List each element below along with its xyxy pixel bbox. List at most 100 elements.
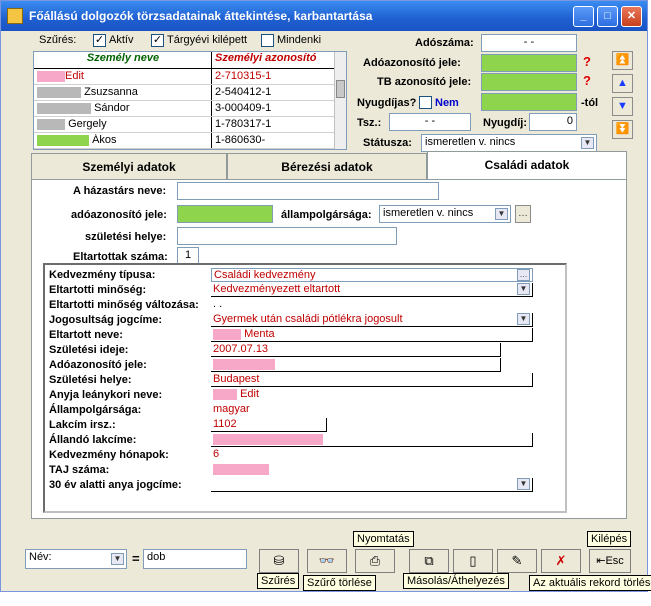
tsz-field[interactable]: - - (389, 113, 471, 131)
mindenki-checkbox[interactable] (261, 34, 274, 47)
nyugdijas-checkbox[interactable] (419, 96, 432, 109)
row-id: 2-540412-1 (215, 86, 272, 98)
hazastars-label: A házastárs neve: (73, 185, 167, 197)
person-grid[interactable]: Személy neve Személyi azonosító Edit 2-7… (33, 51, 347, 150)
prop-label: Születési helye: (49, 374, 132, 386)
nyugdij-field[interactable]: 0 (529, 113, 577, 131)
prev-record-button[interactable]: ▲ (612, 74, 633, 93)
prop-value[interactable]: Családi kedvezmény… (211, 268, 533, 282)
statusz-label: Státusza: (363, 137, 412, 149)
spouse-adoaz-field[interactable] (177, 205, 273, 223)
targyevi-checkbox[interactable]: ✓ (151, 34, 164, 47)
prop-label: 30 év alatti anya jogcíme: (49, 479, 182, 491)
title-bar[interactable]: Főállású dolgozók törzsadatainak áttekin… (1, 1, 647, 31)
prop-value[interactable]: magyar (211, 403, 250, 417)
window-title: Főállású dolgozók törzsadatainak áttekin… (29, 9, 373, 23)
prop-value[interactable]: Budapest (211, 373, 533, 387)
filter-button[interactable]: ⛁ (259, 549, 299, 573)
edit-button[interactable]: ✎ (497, 549, 537, 573)
tab-csaladi[interactable]: Családi adatok (427, 151, 627, 181)
allampolg-label: állampolgársága: (281, 209, 372, 221)
first-record-button[interactable]: ⏫ (612, 51, 633, 70)
table-row[interactable]: Edit 2-710315-1 (34, 69, 334, 85)
eltartottak-label: Eltartottak száma: (73, 251, 168, 263)
table-row[interactable]: Gergely 1-780317-1 (34, 117, 334, 133)
prop-value[interactable] (211, 463, 269, 477)
col-header-name[interactable]: Személy neve (34, 52, 212, 69)
chevron-down-icon[interactable]: ▼ (111, 553, 124, 565)
spouse-szulhely-field[interactable] (177, 227, 397, 245)
more-icon[interactable]: … (517, 269, 530, 281)
chevron-down-icon[interactable]: ▼ (517, 313, 530, 325)
row-name: Ákos (92, 134, 117, 146)
copy-button[interactable]: ⧉ (409, 549, 449, 573)
tab-szemelyi[interactable]: Személyi adatok (31, 153, 227, 181)
prop-value[interactable]: Edit (211, 388, 260, 402)
filter-field-value: Név: (29, 551, 52, 563)
chevron-down-icon[interactable]: ▼ (495, 208, 508, 220)
prop-value[interactable]: Kedvezményezett eltartott ▼ (211, 283, 533, 297)
col-header-id[interactable]: Személyi azonosító (212, 52, 334, 69)
grid-scrollbar[interactable] (334, 52, 346, 149)
new-button[interactable]: ▯ (453, 549, 493, 573)
copy-icon: ⧉ (424, 553, 434, 568)
aktiv-label: Aktív (109, 34, 134, 46)
tsz-label: Tsz.: (357, 117, 382, 129)
tb-field[interactable] (481, 73, 577, 91)
filter-label: Szűrés: (39, 34, 77, 46)
prop-label: Kedvezmény típusa: (49, 269, 156, 281)
nyugdijas-label: Nyugdíjas? (357, 97, 417, 109)
prop-value[interactable]: 1102 (211, 418, 327, 432)
nyugdij-date-field[interactable] (481, 93, 577, 111)
targyevi-label: Tárgyévi kilépett (167, 34, 248, 46)
next-record-button[interactable]: ▼ (612, 97, 633, 116)
minimize-button[interactable]: _ (573, 6, 594, 27)
new-page-icon: ▯ (469, 553, 477, 568)
tooltip-szures: Szűrés (257, 573, 300, 589)
adoszama-field[interactable]: - - (481, 34, 577, 52)
filter-field-select[interactable]: Név: ▼ (25, 549, 127, 569)
filter-icon: ⛁ (273, 553, 285, 568)
chevron-down-icon[interactable]: ▼ (517, 283, 530, 295)
exit-button[interactable]: ⇤Esc (589, 549, 631, 573)
table-row[interactable]: Sándor 3-000409-1 (34, 101, 334, 117)
prop-value[interactable] (211, 433, 533, 447)
clear-filter-button[interactable]: 👓 (307, 549, 347, 573)
chevron-down-icon[interactable]: ▼ (581, 137, 594, 149)
adoazonosito-label: Adóazonosító jele: (363, 57, 461, 69)
maximize-button[interactable]: □ (597, 6, 618, 27)
help-icon[interactable]: ? (583, 73, 591, 88)
row-name: Edit (65, 70, 84, 82)
scroll-thumb[interactable] (336, 80, 345, 98)
nyugdijas-value: Nem (435, 97, 459, 109)
last-record-button[interactable]: ⏬ (612, 120, 633, 139)
allampolg-select[interactable]: ismeretlen v. nincs ▼ (379, 205, 511, 223)
delete-icon: ✗ (555, 553, 567, 568)
more-button[interactable]: … (515, 205, 531, 223)
equals-sign: = (132, 551, 140, 566)
help-icon[interactable]: ? (583, 54, 591, 69)
prop-value[interactable]: Gyermek után családi pótlékra jogosult ▼ (211, 313, 533, 327)
statusz-select[interactable]: ismeretlen v. nincs ▼ (421, 134, 597, 152)
prop-value[interactable]: Menta (211, 328, 533, 342)
delete-button[interactable]: ✗ (541, 549, 581, 573)
prop-value[interactable]: 6 (211, 448, 220, 462)
row-id: 1-780317-1 (215, 118, 272, 130)
close-button[interactable]: ✕ (621, 6, 642, 27)
chevron-down-icon[interactable]: ▼ (517, 478, 530, 490)
adoazonosito-field[interactable] (481, 54, 577, 72)
allampolg-value: ismeretlen v. nincs (383, 207, 474, 219)
statusz-value: ismeretlen v. nincs (425, 136, 516, 148)
print-button[interactable]: ⎙ (355, 549, 395, 573)
hazastars-field[interactable] (177, 182, 439, 200)
table-row[interactable]: Ákos 1-860630- (34, 133, 334, 149)
prop-value[interactable] (211, 358, 501, 372)
prop-value[interactable]: ▼ (211, 478, 533, 492)
tab-berezesi[interactable]: Bérezési adatok (227, 153, 427, 181)
aktiv-checkbox[interactable]: ✓ (93, 34, 106, 47)
prop-value[interactable]: 2007.07.13 (211, 343, 501, 357)
filter-value-input[interactable]: dob (143, 549, 247, 569)
table-row[interactable]: Zsuzsanna 2-540412-1 (34, 85, 334, 101)
dependent-properties[interactable]: Kedvezmény típusa: Családi kedvezmény… E… (43, 263, 567, 513)
prop-value[interactable]: . . (211, 298, 223, 312)
